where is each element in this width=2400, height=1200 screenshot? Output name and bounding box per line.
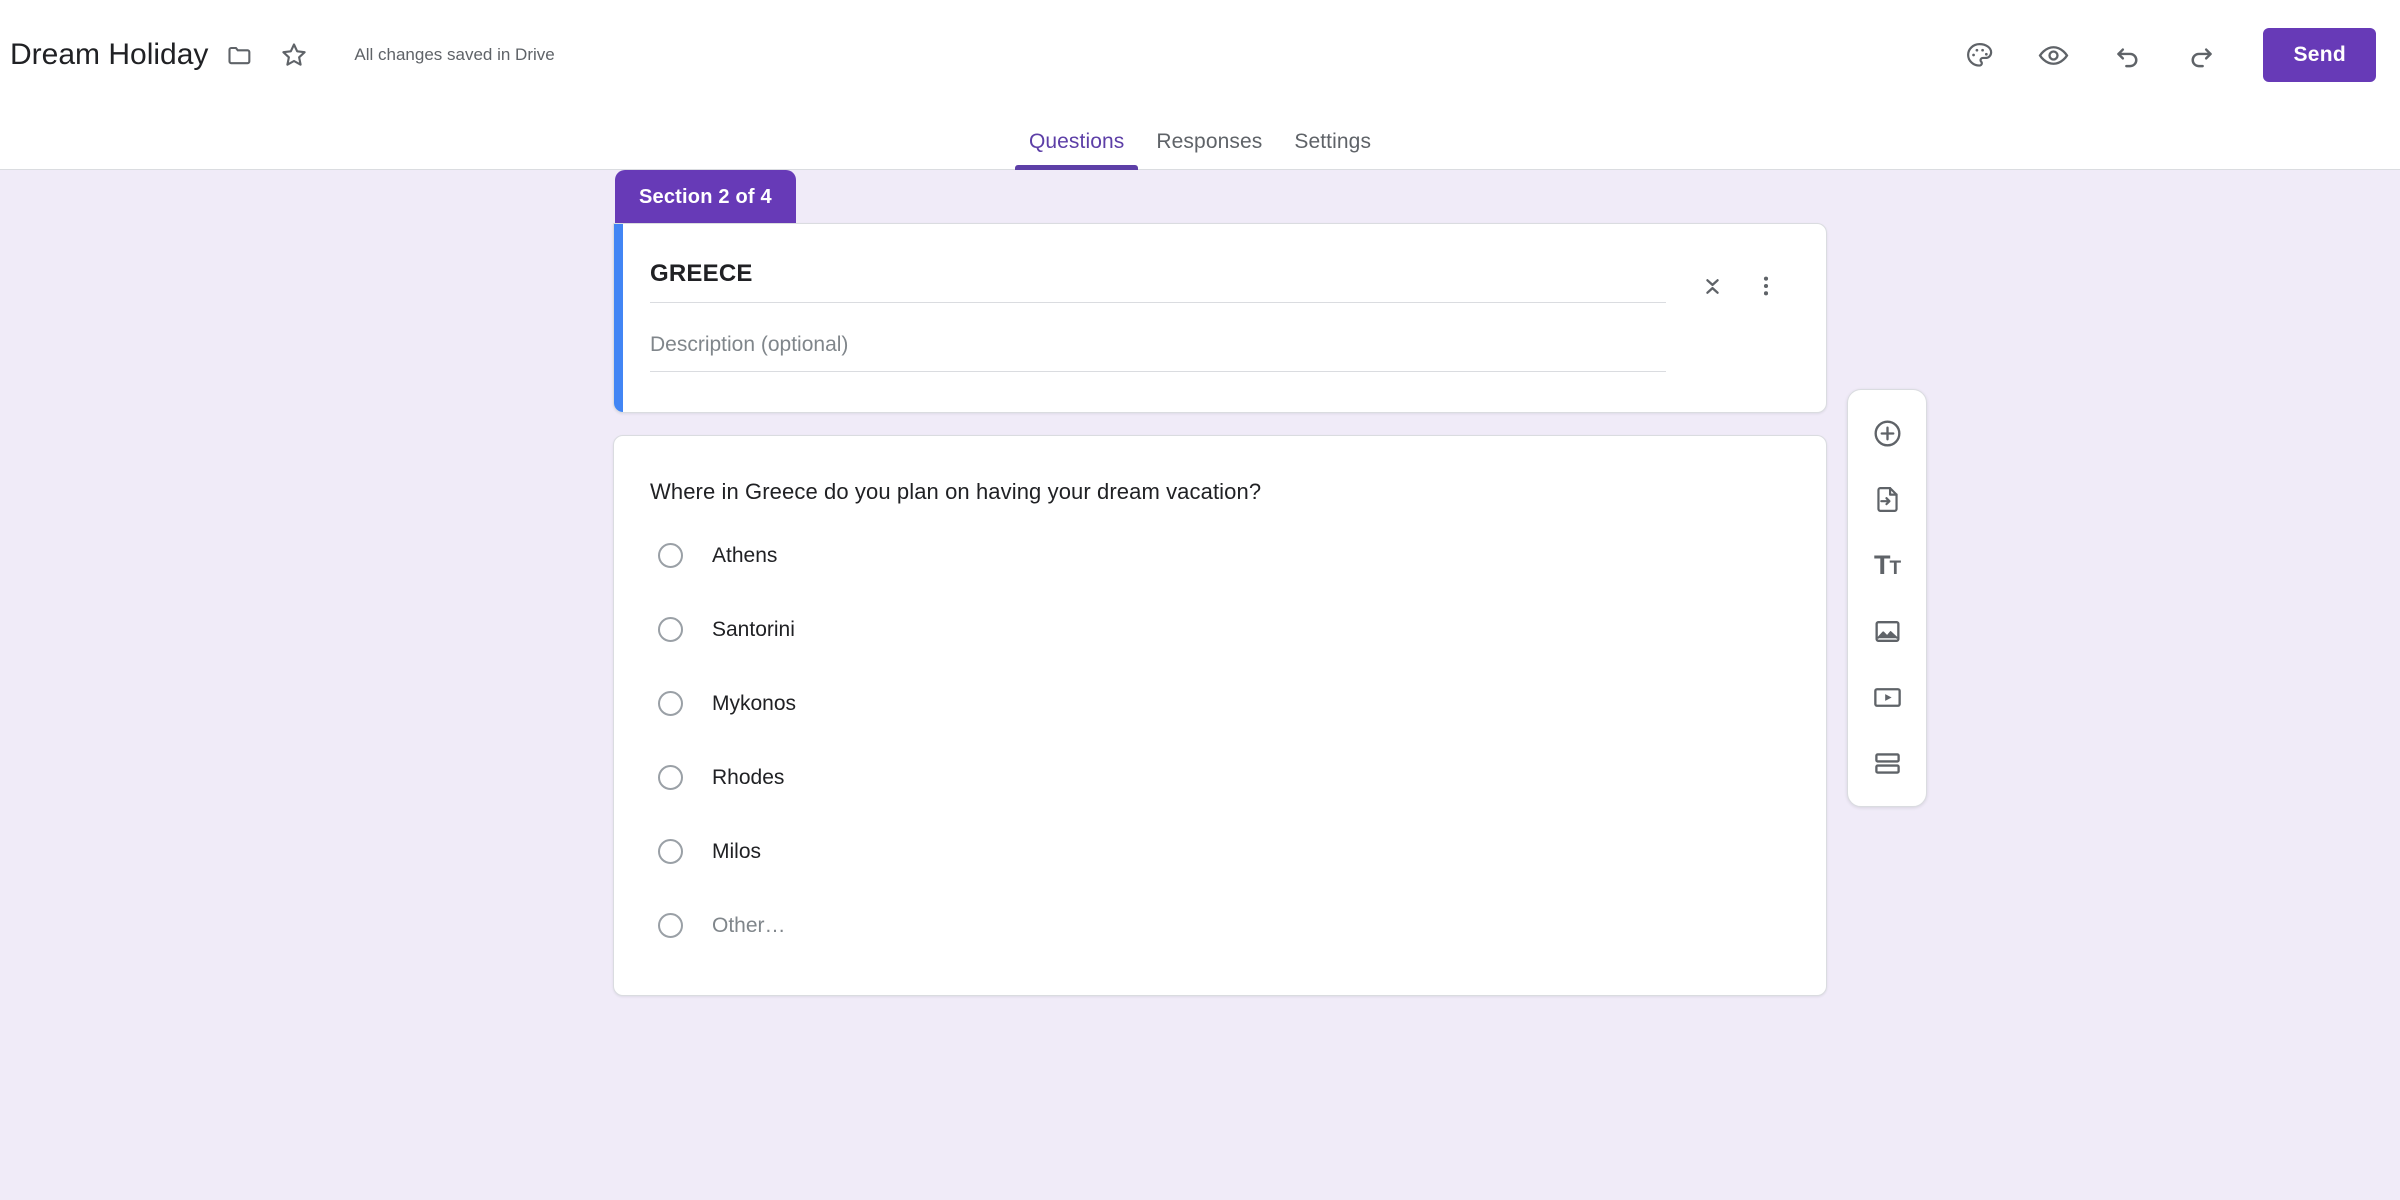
section-header-row: GREECE Description (optional) [650,260,1790,372]
section-indicator-chip: Section 2 of 4 [615,170,796,224]
option-row[interactable]: Milos [650,827,1790,877]
collapse-icon[interactable] [1688,262,1736,310]
option-list: Athens Santorini Mykonos Rhodes Milos [650,531,1790,951]
tab-responses[interactable]: Responses [1142,130,1276,170]
form-canvas: Section 2 of 4 GREECE Description (optio… [0,170,2400,1200]
section-tools [1666,262,1790,310]
radio-icon[interactable] [658,765,683,790]
option-label-other: Other… [712,914,786,938]
palette-icon[interactable] [1953,29,2005,81]
section-header-card[interactable]: GREECE Description (optional) [613,223,1827,413]
form-title[interactable]: Dream Holiday [10,38,208,72]
option-label: Milos [712,840,761,864]
option-label: Santorini [712,618,795,642]
option-label: Rhodes [712,766,784,790]
header-top-bar: Dream Holiday All changes saved in Drive [0,0,2400,110]
question-title: Where in Greece do you plan on having yo… [650,478,1790,507]
folder-icon[interactable] [218,33,262,77]
save-status-text: All changes saved in Drive [354,45,554,65]
undo-icon[interactable] [2101,29,2153,81]
add-video-button[interactable] [1858,668,1916,726]
option-row[interactable]: Mykonos [650,679,1790,729]
add-image-button[interactable] [1858,602,1916,660]
option-row[interactable]: Athens [650,531,1790,581]
more-vert-icon[interactable] [1742,262,1790,310]
section-fields: GREECE Description (optional) [650,260,1666,372]
eye-icon[interactable] [2027,29,2079,81]
tab-questions[interactable]: Questions [1015,130,1138,170]
option-row[interactable]: Rhodes [650,753,1790,803]
tab-settings[interactable]: Settings [1280,130,1385,170]
radio-icon[interactable] [658,913,683,938]
radio-icon[interactable] [658,691,683,716]
add-section-button[interactable] [1858,734,1916,792]
app-header: Dream Holiday All changes saved in Drive [0,0,2400,170]
form-column: Section 2 of 4 GREECE Description (optio… [613,170,1827,996]
title-text-icon: TT [1874,552,1900,579]
radio-icon[interactable] [658,617,683,642]
section-title-input[interactable]: GREECE [650,260,1666,303]
option-label: Mykonos [712,692,796,716]
add-title-description-button[interactable]: TT [1858,536,1916,594]
send-button[interactable]: Send [2263,28,2376,82]
redo-icon[interactable] [2175,29,2227,81]
option-row-other[interactable]: Other… [650,901,1790,951]
star-icon[interactable] [272,33,316,77]
radio-icon[interactable] [658,543,683,568]
section-description-input[interactable]: Description (optional) [650,333,1666,372]
question-card[interactable]: Where in Greece do you plan on having yo… [613,435,1827,996]
header-actions: Send [1953,28,2376,82]
add-item-toolbar: TT [1847,389,1927,807]
form-tabs: Questions Responses Settings [0,110,2400,170]
option-row[interactable]: Santorini [650,605,1790,655]
add-question-button[interactable] [1858,404,1916,462]
import-questions-button[interactable] [1858,470,1916,528]
option-label: Athens [712,544,777,568]
radio-icon[interactable] [658,839,683,864]
